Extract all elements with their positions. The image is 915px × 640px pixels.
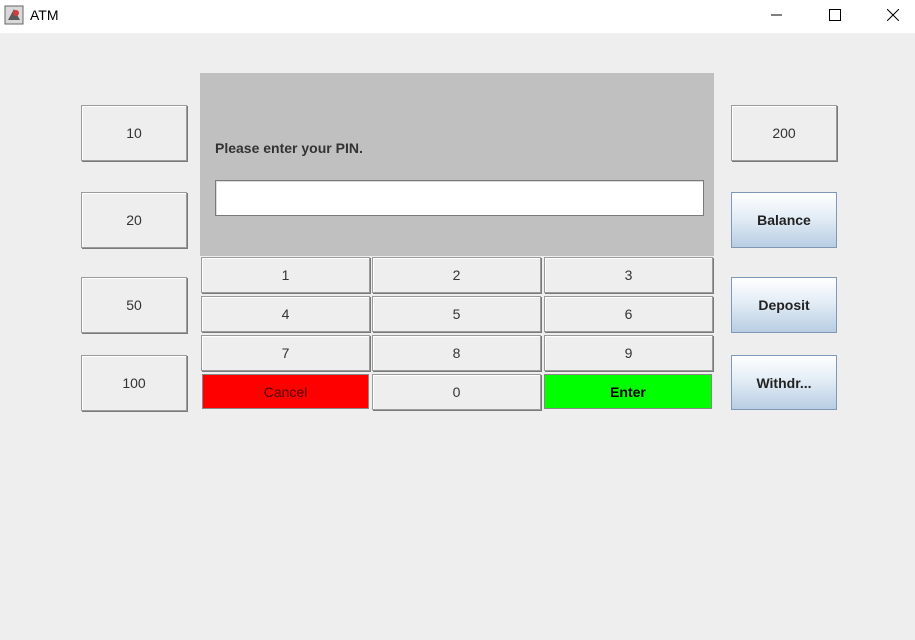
close-icon: [887, 9, 899, 21]
pin-prompt: Please enter your PIN.: [215, 140, 363, 156]
pin-input[interactable]: [215, 180, 704, 216]
keypad-9-button[interactable]: 9: [544, 335, 713, 371]
amount-100-button[interactable]: 100: [81, 355, 187, 411]
close-button[interactable]: [864, 0, 915, 30]
java-app-icon: [4, 5, 24, 25]
maximize-icon: [829, 9, 841, 21]
minimize-button[interactable]: [748, 0, 806, 30]
cancel-button[interactable]: Cancel: [202, 374, 369, 409]
keypad-6-button[interactable]: 6: [544, 296, 713, 332]
amount-50-button[interactable]: 50: [81, 277, 187, 333]
balance-button[interactable]: Balance: [731, 192, 837, 248]
keypad-7-button[interactable]: 7: [201, 335, 370, 371]
atm-display: Please enter your PIN.: [200, 73, 714, 256]
deposit-button[interactable]: Deposit: [731, 277, 837, 333]
keypad-2-button[interactable]: 2: [372, 257, 541, 293]
enter-button[interactable]: Enter: [544, 374, 712, 409]
amount-10-button[interactable]: 10: [81, 105, 187, 161]
maximize-button[interactable]: [806, 0, 864, 30]
title-bar: ATM: [0, 0, 915, 33]
keypad-0-button[interactable]: 0: [372, 374, 541, 410]
withdraw-button[interactable]: Withdr...: [731, 355, 837, 410]
keypad-8-button[interactable]: 8: [372, 335, 541, 371]
amount-20-button[interactable]: 20: [81, 192, 187, 248]
window-title: ATM: [30, 7, 59, 23]
minimize-icon: [771, 14, 782, 16]
atm-window: ATM 10 20 50 100 Please enter your PIN. …: [0, 0, 915, 640]
keypad-4-button[interactable]: 4: [201, 296, 370, 332]
keypad-3-button[interactable]: 3: [544, 257, 713, 293]
keypad-1-button[interactable]: 1: [201, 257, 370, 293]
amount-200-button[interactable]: 200: [731, 105, 837, 161]
keypad-5-button[interactable]: 5: [372, 296, 541, 332]
